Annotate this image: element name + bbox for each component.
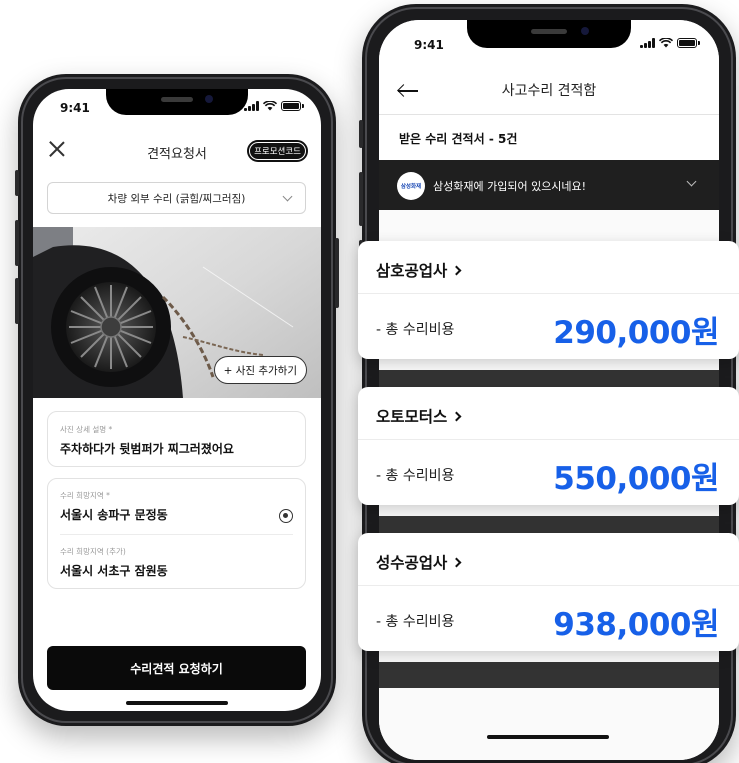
status-icons	[640, 38, 700, 48]
request-estimate-button[interactable]: 수리견적 요청하기	[47, 646, 306, 690]
photo-detail-label: 사진 상세 설명 *	[60, 425, 113, 434]
region-fields: 수리 희망지역 * 서울시 송파구 문정동 수리 희망지역 (추가) 서울시 서…	[47, 478, 306, 589]
notch	[106, 89, 248, 115]
location-target-icon[interactable]	[279, 509, 293, 523]
status-time: 9:41	[414, 38, 444, 52]
signal-icon	[244, 101, 259, 111]
chevron-right-icon	[451, 411, 462, 422]
battery-icon	[677, 38, 700, 48]
status-icons	[244, 101, 304, 111]
estimate-request-screen: 9:41 견적요청서 프로모션코드 차량 외부 수리 (긁힘/찌그러짐) + 사…	[33, 89, 321, 711]
divider	[379, 114, 719, 115]
region-label: 수리 희망지역 *	[60, 491, 110, 500]
total-cost-label: - 총 수리비용	[376, 614, 455, 630]
photo-detail-value: 주차하다가 뒷범퍼가 찌그러졌어요	[60, 442, 234, 456]
divider	[60, 534, 293, 535]
volume-down-button	[15, 278, 19, 324]
wifi-icon	[263, 101, 277, 111]
total-cost-value: 290,000원	[553, 315, 719, 351]
chevron-right-icon	[451, 265, 462, 276]
chevron-right-icon	[451, 557, 462, 568]
quote-count-title: 받은 수리 견적서 - 5건	[399, 132, 518, 146]
page-title: 사고수리 견적함	[501, 83, 597, 99]
wifi-icon	[659, 38, 673, 48]
battery-icon	[281, 101, 304, 111]
chevron-down-icon	[686, 176, 697, 187]
notch	[467, 20, 631, 48]
region-input[interactable]: 서울시 송파구 문정동	[60, 506, 168, 523]
service-type-select[interactable]: 차량 외부 수리 (긁힘/찌그러짐)	[47, 182, 306, 214]
shop-name-link[interactable]: 성수공업사	[376, 551, 462, 573]
chevron-down-icon	[282, 191, 293, 202]
total-cost-label: - 총 수리비용	[376, 468, 455, 484]
total-cost-value: 550,000원	[553, 461, 719, 497]
quote-card[interactable]: 성수공업사 - 총 수리비용 938,000원	[358, 533, 739, 651]
volume-up-button	[15, 220, 19, 266]
insurer-logo: 삼성화재	[397, 172, 425, 200]
promo-code-button[interactable]: 프로모션코드	[247, 140, 308, 162]
photo-detail-field[interactable]: 사진 상세 설명 * 주차하다가 뒷범퍼가 찌그러졌어요	[47, 411, 306, 467]
quote-card[interactable]: 오토모터스 - 총 수리비용 550,000원	[358, 387, 739, 505]
add-photo-button[interactable]: + 사진 추가하기	[213, 356, 307, 384]
phone-frame-left: 9:41 견적요청서 프로모션코드 차량 외부 수리 (긁힘/찌그러짐) + 사…	[15, 74, 339, 726]
total-cost-label: - 총 수리비용	[376, 322, 455, 338]
shop-name-link[interactable]: 오토모터스	[376, 405, 462, 427]
service-type-value: 차량 외부 수리 (긁힘/찌그러짐)	[107, 192, 246, 205]
region-extra-label: 수리 희망지역 (추가)	[60, 547, 126, 556]
quote-card-header: 오토모터스	[358, 387, 739, 440]
status-time: 9:41	[60, 101, 90, 115]
insurance-banner[interactable]: 삼성화재 삼성화재에 가입되어 있으시네요!	[379, 160, 719, 210]
total-cost-value: 938,000원	[553, 607, 719, 643]
side-button	[15, 170, 19, 196]
insurance-message: 삼성화재에 가입되어 있으시네요!	[433, 180, 587, 193]
home-indicator[interactable]	[487, 735, 609, 739]
shop-name-link[interactable]: 삼호공업사	[376, 259, 462, 281]
home-indicator[interactable]	[126, 701, 228, 705]
car-damage-photo: + 사진 추가하기	[33, 227, 321, 398]
power-button	[335, 238, 339, 308]
region-extra-input[interactable]: 서울시 서초구 잠원동	[60, 562, 168, 579]
signal-icon	[640, 38, 655, 48]
quote-card[interactable]: 삼호공업사 - 총 수리비용 290,000원	[358, 241, 739, 359]
header: 견적요청서 프로모션코드	[33, 131, 321, 171]
quote-card-header: 삼호공업사	[358, 241, 739, 294]
volume-up-button	[359, 172, 363, 226]
side-button	[359, 120, 363, 148]
quote-card-header: 성수공업사	[358, 533, 739, 586]
